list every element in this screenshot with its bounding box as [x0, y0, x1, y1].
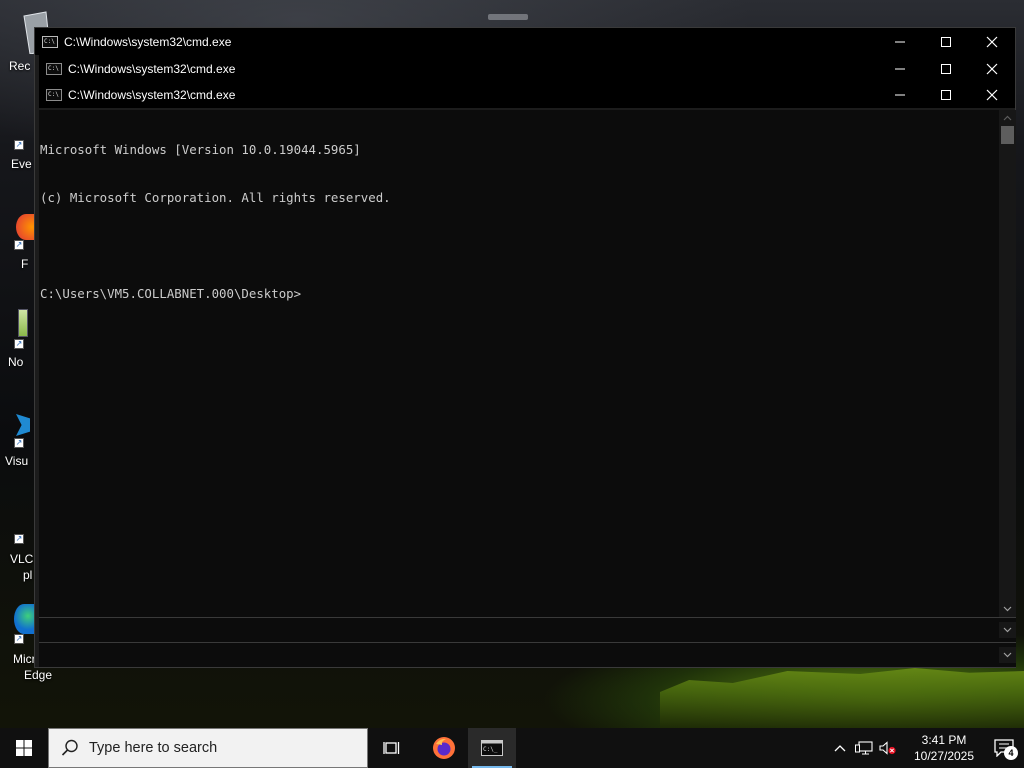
shortcut-arrow-icon: ↗: [14, 240, 24, 250]
network-button[interactable]: [852, 728, 876, 768]
volume-button[interactable]: [876, 728, 900, 768]
maximize-button[interactable]: [923, 56, 969, 82]
maximize-icon: [941, 89, 951, 100]
close-button[interactable]: [969, 82, 1015, 108]
chevron-up-icon: [834, 745, 846, 752]
show-hidden-icons-button[interactable]: [828, 728, 852, 768]
vscode-icon: [16, 414, 30, 436]
volume-muted-icon: [879, 741, 896, 755]
taskbar-app-cmd[interactable]: C:\_: [468, 728, 516, 768]
background-console-strip-1[interactable]: [39, 617, 1016, 642]
wallpaper-highlight: [488, 14, 528, 20]
window-title: C:\Windows\system32\cmd.exe: [68, 87, 236, 102]
desktop-icon-notepad[interactable]: ↗ No: [6, 305, 36, 371]
desktop-icon-label: No: [8, 355, 24, 369]
console-line: Microsoft Windows [Version 10.0.19044.59…: [40, 142, 361, 157]
svg-text:C:\_: C:\_: [483, 746, 498, 753]
close-icon: [986, 89, 998, 100]
desktop-icon-label: Visu: [5, 454, 29, 468]
cmd-titlebar[interactable]: C:\Windows\system32\cmd.exe: [35, 28, 1015, 55]
shortcut-arrow-icon: ↗: [14, 634, 24, 644]
scroll-down-button[interactable]: [999, 601, 1016, 617]
windows-logo-icon: [16, 740, 32, 756]
minimize-icon: [895, 68, 905, 69]
maximize-button[interactable]: [923, 82, 969, 108]
shortcut-arrow-icon: ↗: [14, 140, 24, 150]
notification-count-badge: 4: [1004, 746, 1018, 760]
desktop-icon-recycle-bin[interactable]: Rec: [6, 8, 51, 78]
minimize-button[interactable]: [877, 82, 923, 108]
taskbar: Type here to search C:\_ 3:41 PM 10/27/2…: [0, 728, 1024, 768]
chevron-down-icon: [1003, 627, 1012, 633]
scrollbar-thumb[interactable]: [1001, 126, 1014, 144]
vertical-scrollbar[interactable]: [999, 110, 1016, 617]
cmd-icon: C:\_: [481, 740, 503, 756]
task-view-button[interactable]: [368, 728, 416, 768]
maximize-button[interactable]: [923, 29, 969, 55]
minimize-button[interactable]: [877, 56, 923, 82]
notepad-icon: [18, 309, 28, 337]
desktop-icon-vlc[interactable]: ↗ VLC pl: [4, 530, 36, 586]
search-icon: [61, 739, 78, 756]
task-view-icon: [383, 742, 400, 754]
search-placeholder: Type here to search: [89, 740, 218, 756]
shortcut-arrow-icon: ↗: [14, 438, 24, 448]
shortcut-arrow-icon: ↗: [14, 339, 24, 349]
start-button[interactable]: [0, 728, 48, 768]
maximize-icon: [941, 63, 951, 74]
desktop-icon-label-line2: pl: [23, 568, 33, 582]
background-console-strip-2[interactable]: [39, 642, 1016, 667]
close-icon: [986, 63, 998, 74]
close-icon: [986, 36, 998, 47]
desktop-icon-firefox[interactable]: ↗ F: [6, 210, 36, 271]
desktop-icon-vscode[interactable]: ↗ Visu: [4, 410, 36, 470]
chevron-down-icon: [1003, 652, 1012, 658]
desktop-icon-label: Micr: [13, 652, 36, 666]
taskbar-search-box[interactable]: Type here to search: [48, 728, 368, 768]
minimize-icon: [895, 94, 905, 95]
scroll-down-button[interactable]: [999, 622, 1016, 638]
taskbar-clock[interactable]: 3:41 PM 10/27/2025: [910, 732, 978, 764]
console-prompt: C:\Users\VM5.COLLABNET.000\Desktop>: [40, 286, 302, 301]
window-title: C:\Windows\system32\cmd.exe: [68, 61, 236, 76]
clock-date: 10/27/2025: [913, 749, 975, 763]
window-title: C:\Windows\system32\cmd.exe: [64, 34, 232, 49]
desktop-icon-label: Eve: [11, 157, 32, 171]
chevron-down-icon: [1003, 606, 1012, 612]
desktop-icon-label-line2: Edge: [24, 668, 53, 682]
action-center-button[interactable]: 4: [984, 728, 1024, 768]
cmd-window[interactable]: C:\Windows\system32\cmd.exe C:\Windows\s…: [34, 27, 1016, 668]
console-output[interactable]: Microsoft Windows [Version 10.0.19044.59…: [39, 110, 999, 617]
firefox-icon: [16, 214, 36, 240]
cmd-icon: [46, 88, 62, 101]
desktop-icon-label: F: [21, 257, 29, 271]
network-icon: [855, 741, 873, 755]
cmd-titlebar-background-1[interactable]: C:\Windows\system32\cmd.exe: [39, 55, 1015, 82]
firefox-icon: [433, 737, 455, 759]
desktop-icon-label: Rec: [9, 59, 31, 73]
chevron-up-icon: [1003, 115, 1012, 121]
minimize-button[interactable]: [877, 29, 923, 55]
maximize-icon: [941, 36, 951, 47]
cmd-icon: [42, 35, 58, 48]
desktop-icon-shortcut[interactable]: ↗ Eve: [6, 135, 36, 175]
scroll-down-button[interactable]: [999, 647, 1016, 663]
system-tray: 3:41 PM 10/27/2025 4: [828, 728, 1024, 768]
scroll-up-button[interactable]: [999, 110, 1016, 126]
clock-time: 3:41 PM: [921, 733, 967, 747]
close-button[interactable]: [969, 56, 1015, 82]
shortcut-arrow-icon: ↗: [14, 534, 24, 544]
edge-icon: [14, 604, 34, 634]
console-line: (c) Microsoft Corporation. All rights re…: [40, 190, 391, 205]
close-button[interactable]: [969, 29, 1015, 55]
taskbar-app-firefox[interactable]: [420, 728, 468, 768]
cmd-titlebar-background-2[interactable]: C:\Windows\system32\cmd.exe: [39, 81, 1015, 108]
minimize-icon: [895, 41, 905, 42]
desktop-icon-label: VLC: [10, 552, 34, 566]
cmd-icon: [46, 62, 62, 75]
